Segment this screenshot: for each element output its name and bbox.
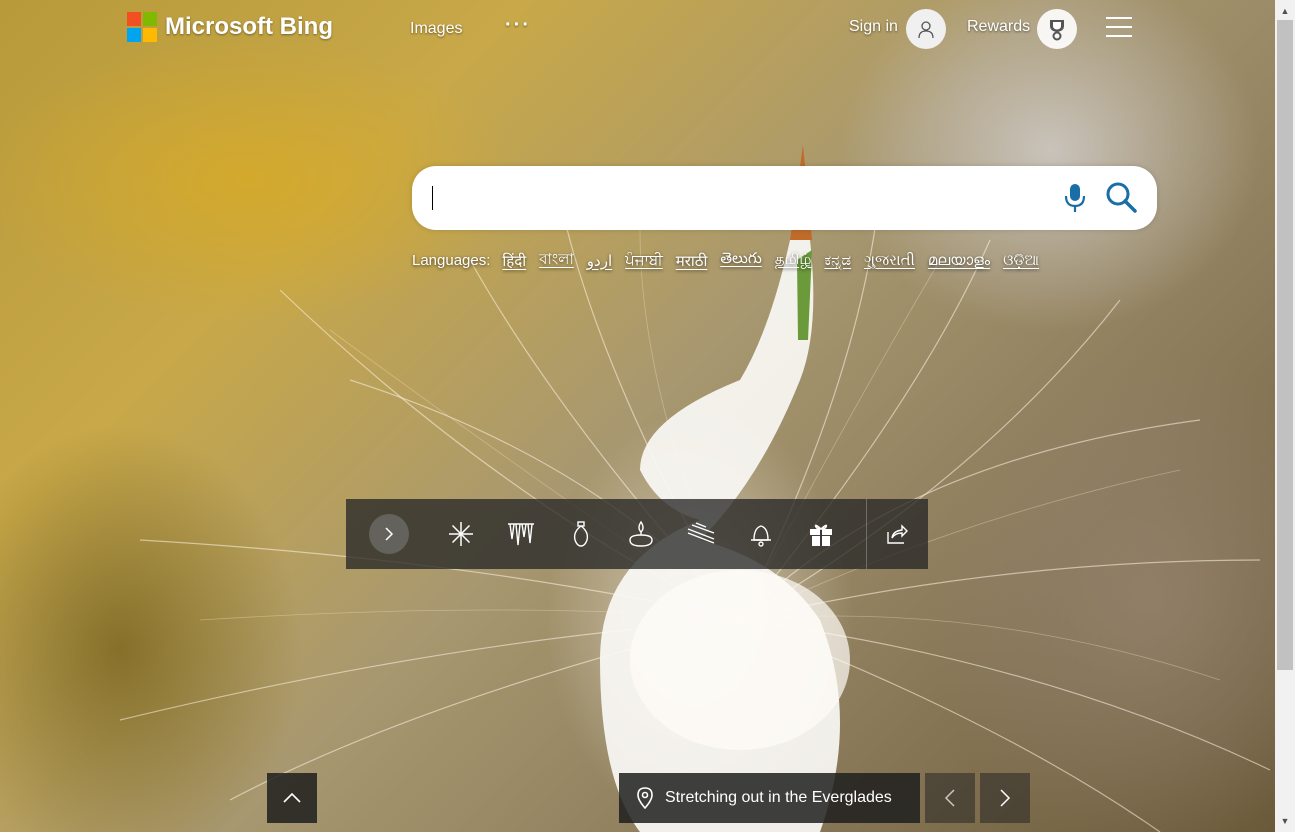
avatar[interactable] [906, 9, 946, 49]
trophy-icon [1050, 20, 1064, 41]
candle-icon[interactable] [626, 519, 656, 549]
toolbar-divider [866, 499, 867, 569]
toolbar-expand-button[interactable] [369, 514, 409, 554]
chevron-left-icon [944, 789, 955, 807]
nav-images-link[interactable]: Images [410, 20, 462, 38]
vertical-scrollbar[interactable]: ▲ ▼ [1275, 0, 1295, 832]
image-caption[interactable]: Stretching out in the Everglades [619, 773, 920, 823]
scroll-up-arrow-icon[interactable]: ▲ [1275, 2, 1295, 20]
microsoft-logo-icon [127, 12, 157, 42]
search-box[interactable] [412, 166, 1157, 230]
location-pin-icon [637, 787, 653, 809]
icicles-icon[interactable] [506, 519, 536, 549]
share-icon[interactable] [882, 519, 912, 549]
theme-toolbar [346, 499, 928, 569]
chevron-right-icon [385, 527, 394, 541]
person-icon [918, 21, 934, 39]
language-link[interactable]: తెలుగు [720, 250, 761, 271]
signin-link[interactable]: Sign in [849, 18, 898, 36]
brand-name: Microsoft Bing [165, 13, 333, 40]
next-image-button[interactable] [980, 773, 1030, 823]
language-link[interactable]: ಕನ್ನಡ [824, 252, 851, 269]
text-caret [432, 186, 433, 210]
language-link[interactable]: ਪੰਜਾਬੀ [625, 252, 663, 269]
scrollbar-thumb[interactable] [1277, 20, 1293, 670]
search-input[interactable] [438, 180, 1042, 218]
snowflake-icon[interactable] [446, 519, 476, 549]
bell-icon[interactable] [746, 519, 776, 549]
language-link[interactable]: हिंदी [502, 251, 526, 271]
egret-illustration [119, 145, 1271, 832]
hamburger-menu-icon[interactable] [1106, 17, 1132, 37]
languages-bar: Languages: हिंदी বাংলা اردو ਪੰਜਾਬੀ मराठी… [412, 248, 1052, 273]
image-title: Stretching out in the Everglades [665, 789, 892, 806]
chevron-up-icon [283, 792, 301, 803]
bing-logo[interactable]: Microsoft Bing [127, 12, 333, 42]
scroll-up-button[interactable] [267, 773, 317, 823]
language-link[interactable]: اردو [587, 252, 612, 270]
search-icon[interactable] [1104, 180, 1138, 216]
previous-image-button[interactable] [925, 773, 975, 823]
language-link[interactable]: ଓଡ଼ିଆ [1003, 252, 1039, 269]
languages-label: Languages: [412, 252, 491, 269]
language-link[interactable]: മലയാളം [928, 252, 990, 269]
scroll-down-arrow-icon[interactable]: ▼ [1275, 812, 1295, 830]
chevron-right-icon [1000, 789, 1011, 807]
ornament-icon[interactable] [566, 519, 596, 549]
language-link[interactable]: தமிழ் [775, 251, 812, 270]
rewards-badge[interactable] [1037, 9, 1077, 49]
more-menu-button[interactable]: ··· [505, 14, 531, 37]
gift-icon[interactable] [806, 519, 836, 549]
rewards-link[interactable]: Rewards [967, 18, 1030, 36]
background-image [0, 0, 1275, 832]
language-link[interactable]: বাংলা [539, 248, 574, 273]
language-link[interactable]: ગુજરાતી [864, 252, 915, 269]
language-link[interactable]: मराठी [676, 251, 708, 271]
microphone-icon[interactable] [1060, 180, 1090, 216]
streamer-icon[interactable] [686, 519, 716, 549]
